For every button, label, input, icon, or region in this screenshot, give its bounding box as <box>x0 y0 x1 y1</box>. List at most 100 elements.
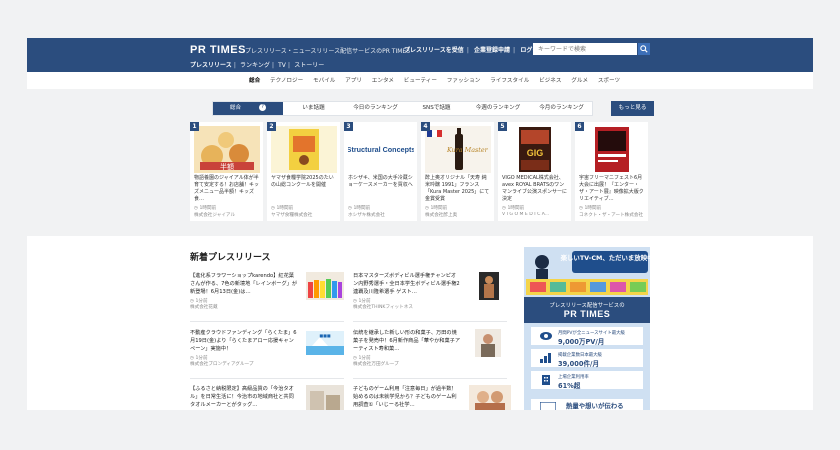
time-text: 1時間前 <box>430 206 448 211</box>
tab-trending[interactable]: いま話題 <box>283 102 344 115</box>
subnav-tv[interactable]: TV <box>278 62 286 69</box>
header-links: プレスリリースを受信| 企業登録申請| ログイン <box>404 45 547 54</box>
subnav-ranking[interactable]: ランキング <box>240 62 270 69</box>
category-lifestyle[interactable]: ライフスタイル <box>490 78 529 84</box>
tab-label: 総合 <box>229 105 242 111</box>
card-company[interactable]: 株式会社ジャイアル <box>194 212 262 218</box>
category-entertainment[interactable]: エンタメ <box>372 78 394 84</box>
release-title: 伝統を継承した新しい形の和菓子、万田の焼菓子を発売中！6月新作商品「華やか和菓子… <box>353 330 461 352</box>
thumb-text: GIG <box>527 148 544 158</box>
category-fashion[interactable]: ファッション <box>447 78 481 84</box>
ad-stat-listed: 上場企業利用率 61%超 <box>531 371 643 390</box>
ad-headline: 楽しいTV-CM、ただいま放映中!! <box>561 253 650 262</box>
divider <box>190 378 344 379</box>
eye-icon <box>540 332 552 340</box>
release-company[interactable]: 株式会社花蔵 <box>190 304 218 310</box>
monitor-icon <box>540 402 556 410</box>
subnav-press-release[interactable]: プレスリリース <box>190 62 232 69</box>
prtimes-logo[interactable]: PR TIMES <box>190 44 246 56</box>
ranking-card[interactable]: 4 Kura Master 酢上奥オリジナル「天寿 純米吟醸 1991」フランス… <box>421 122 494 221</box>
card-thumbnail <box>271 126 337 173</box>
time-text: 1時間前 <box>507 206 525 211</box>
site-header: PR TIMES プレスリリース・ニュースリリース配信サービスのPR TIMES… <box>27 38 813 72</box>
category-sports[interactable]: スポーツ <box>598 78 620 84</box>
prtimes-page: PR TIMES プレスリリース・ニュースリリース配信サービスのPR TIMES… <box>27 38 813 410</box>
ad-stat-pv: 月間PVが全ニュースサイト最大級 9,000万PV/月 <box>531 327 643 346</box>
release-company[interactable]: 株式会社THINKフィットネス <box>353 304 413 310</box>
rank-number: 4 <box>421 122 430 131</box>
release-thumbnail <box>475 329 501 357</box>
search-button[interactable] <box>638 43 650 55</box>
ad-stat-companies: 掲載企業数日本最大級 39,000件/月 <box>531 349 643 368</box>
separator: | <box>271 62 275 69</box>
category-mobile[interactable]: モバイル <box>313 78 335 84</box>
release-thumbnail <box>479 272 499 300</box>
ranking-card[interactable]: 5 GIG VIGO MEDICAL株式会社、avex ROYAL BRATSの… <box>498 122 571 221</box>
building-icon <box>542 375 550 385</box>
screenshot-frame: PR TIMES プレスリリース・ニュースリリース配信サービスのPR TIMES… <box>0 0 840 450</box>
rank-number: 6 <box>575 122 584 131</box>
company-register-link[interactable]: 企業登録申請 <box>474 47 510 54</box>
tab-month-ranking[interactable]: 今月のランキング <box>530 102 593 115</box>
release-item[interactable]: 伝統を継承した新しい形の和菓子、万田の焼菓子を発売中！6月新作商品「華やか和菓子… <box>353 329 512 377</box>
ad-brand: PR TIMES <box>563 309 611 319</box>
time-text: 1時間前 <box>353 206 371 211</box>
card-time: ◷ 1時間前 <box>502 206 525 211</box>
card-company[interactable]: コネクト・ザ・アート株式会社 <box>579 212 647 218</box>
release-item[interactable]: 日本マスターズボディビル選手権チャンピオン内野秀選手・全日本学生ボディビル選手権… <box>353 272 512 320</box>
card-thumbnail <box>579 126 645 173</box>
ad-banner-top: 楽しいTV-CM、ただいま放映中!! <box>524 247 650 297</box>
category-technology[interactable]: テクノロジー <box>270 78 303 84</box>
card-company[interactable]: ヤマザ食糧株式会社 <box>271 212 339 218</box>
card-company[interactable]: 株式会社酢上奥 <box>425 212 493 218</box>
card-company[interactable]: V I G O M E D I C A... <box>502 212 570 217</box>
category-app[interactable]: アプリ <box>345 78 362 84</box>
help-badge-icon[interactable]: ? <box>259 104 267 111</box>
card-title: 宇宙フリーマニフェスト6月大会に出展！『エンター・ザ・アート展』映像拡大版クリエ… <box>579 175 644 202</box>
more-button[interactable]: もっと見る <box>611 101 654 116</box>
new-releases-title: 新着プレスリリース <box>190 253 271 263</box>
release-item[interactable]: 【ふるさと納税限定】高級品質の「今治タオル」を日常生活に！今治市の地域商社と共同… <box>190 385 349 410</box>
release-thumbnail <box>306 272 344 300</box>
rank-number: 3 <box>344 122 353 131</box>
rank-number: 5 <box>498 122 507 131</box>
release-company[interactable]: 株式会社万田グループ <box>353 361 399 367</box>
ranking-card[interactable]: 3 Structural Concepts ホシザキ、米国の大手冷蔵ショーケース… <box>344 122 417 221</box>
release-item[interactable]: 【進化系フラワーショップkarendo】紅花葉さんが作る、7色の新境地「レインボ… <box>190 272 349 320</box>
receive-press-link[interactable]: プレスリリースを受信 <box>404 47 464 54</box>
search-input[interactable] <box>533 43 637 55</box>
category-all[interactable]: 総合 <box>249 78 260 84</box>
card-thumbnail: Kura Master <box>425 126 491 173</box>
separator: | <box>287 62 291 69</box>
thumb-text: Kura Master <box>446 146 489 154</box>
thumb-text: 半額 <box>220 162 234 171</box>
site-tagline: プレスリリース・ニュースリリース配信サービスのPR TIMES <box>245 48 411 55</box>
ranking-card[interactable]: 2 ヤマザ食糧学院2025のたいの山総コンクールを開催 ◷ 1時間前 ヤマザ食糧… <box>267 122 340 221</box>
release-title: 【進化系フラワーショップkarendo】紅花葉さんが作る、7色の新境地「レインボ… <box>190 273 298 295</box>
ranking-section: 総合? いま話題 今日のランキング SNSで話題 今週のランキング 今月のランキ… <box>27 89 813 236</box>
tab-sns-trending[interactable]: SNSで話題 <box>407 102 466 115</box>
card-title: 物語養園のジャイアル体が半育て安定する！お店舗！キッズメニュー品半額！キッズ食… <box>194 175 260 202</box>
card-time: ◷ 1時間前 <box>271 206 294 211</box>
category-beauty[interactable]: ビューティー <box>404 78 437 84</box>
release-item[interactable]: 子どものゲーム利用「注意毎日」が過半数！始めるのは未就学児から？子どものゲーム利… <box>353 385 512 410</box>
release-thumbnail <box>306 385 344 410</box>
category-gourmet[interactable]: グルメ <box>571 78 588 84</box>
release-item[interactable]: 不動産クラウドファンディング「らくたま」6月19日(金)より「らくたまアロー応援… <box>190 329 349 377</box>
release-title: 不動産クラウドファンディング「らくたま」6月19日(金)より「らくたまアロー応援… <box>190 330 297 352</box>
ranking-card[interactable]: 1 半額 物語養園のジャイアル体が半育て安定する！お店舗！キッズメニュー品半額！… <box>190 122 263 221</box>
release-company[interactable]: 株式会社ブロンディアグループ <box>190 361 254 367</box>
category-business[interactable]: ビジネス <box>539 78 561 84</box>
tab-week-ranking[interactable]: 今週のランキング <box>466 102 530 115</box>
tab-overall[interactable]: 総合? <box>213 102 283 115</box>
card-company[interactable]: ホシザキ株式会社 <box>348 212 416 218</box>
separator: | <box>513 47 516 54</box>
subnav-story[interactable]: ストーリー <box>294 62 324 69</box>
thumb-text: Structural Concepts <box>348 145 414 154</box>
time-text: 1時間前 <box>199 206 217 211</box>
side-advertisement[interactable]: 楽しいTV-CM、ただいま放映中!! プレスリリース配信サービスの PR TIM… <box>524 247 650 410</box>
tab-today-ranking[interactable]: 今日のランキング <box>344 102 407 115</box>
card-thumbnail: Structural Concepts <box>348 126 414 173</box>
ranking-card[interactable]: 6 宇宙フリーマニフェスト6月大会に出展！『エンター・ザ・アート展』映像拡大版ク… <box>575 122 648 221</box>
divider <box>353 321 507 322</box>
